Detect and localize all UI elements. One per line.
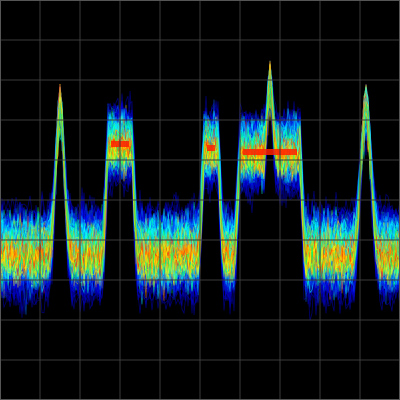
carrier-dense-band bbox=[243, 149, 297, 155]
carrier-dense-band bbox=[207, 145, 215, 151]
persistence-spectrum-plot bbox=[0, 0, 400, 400]
